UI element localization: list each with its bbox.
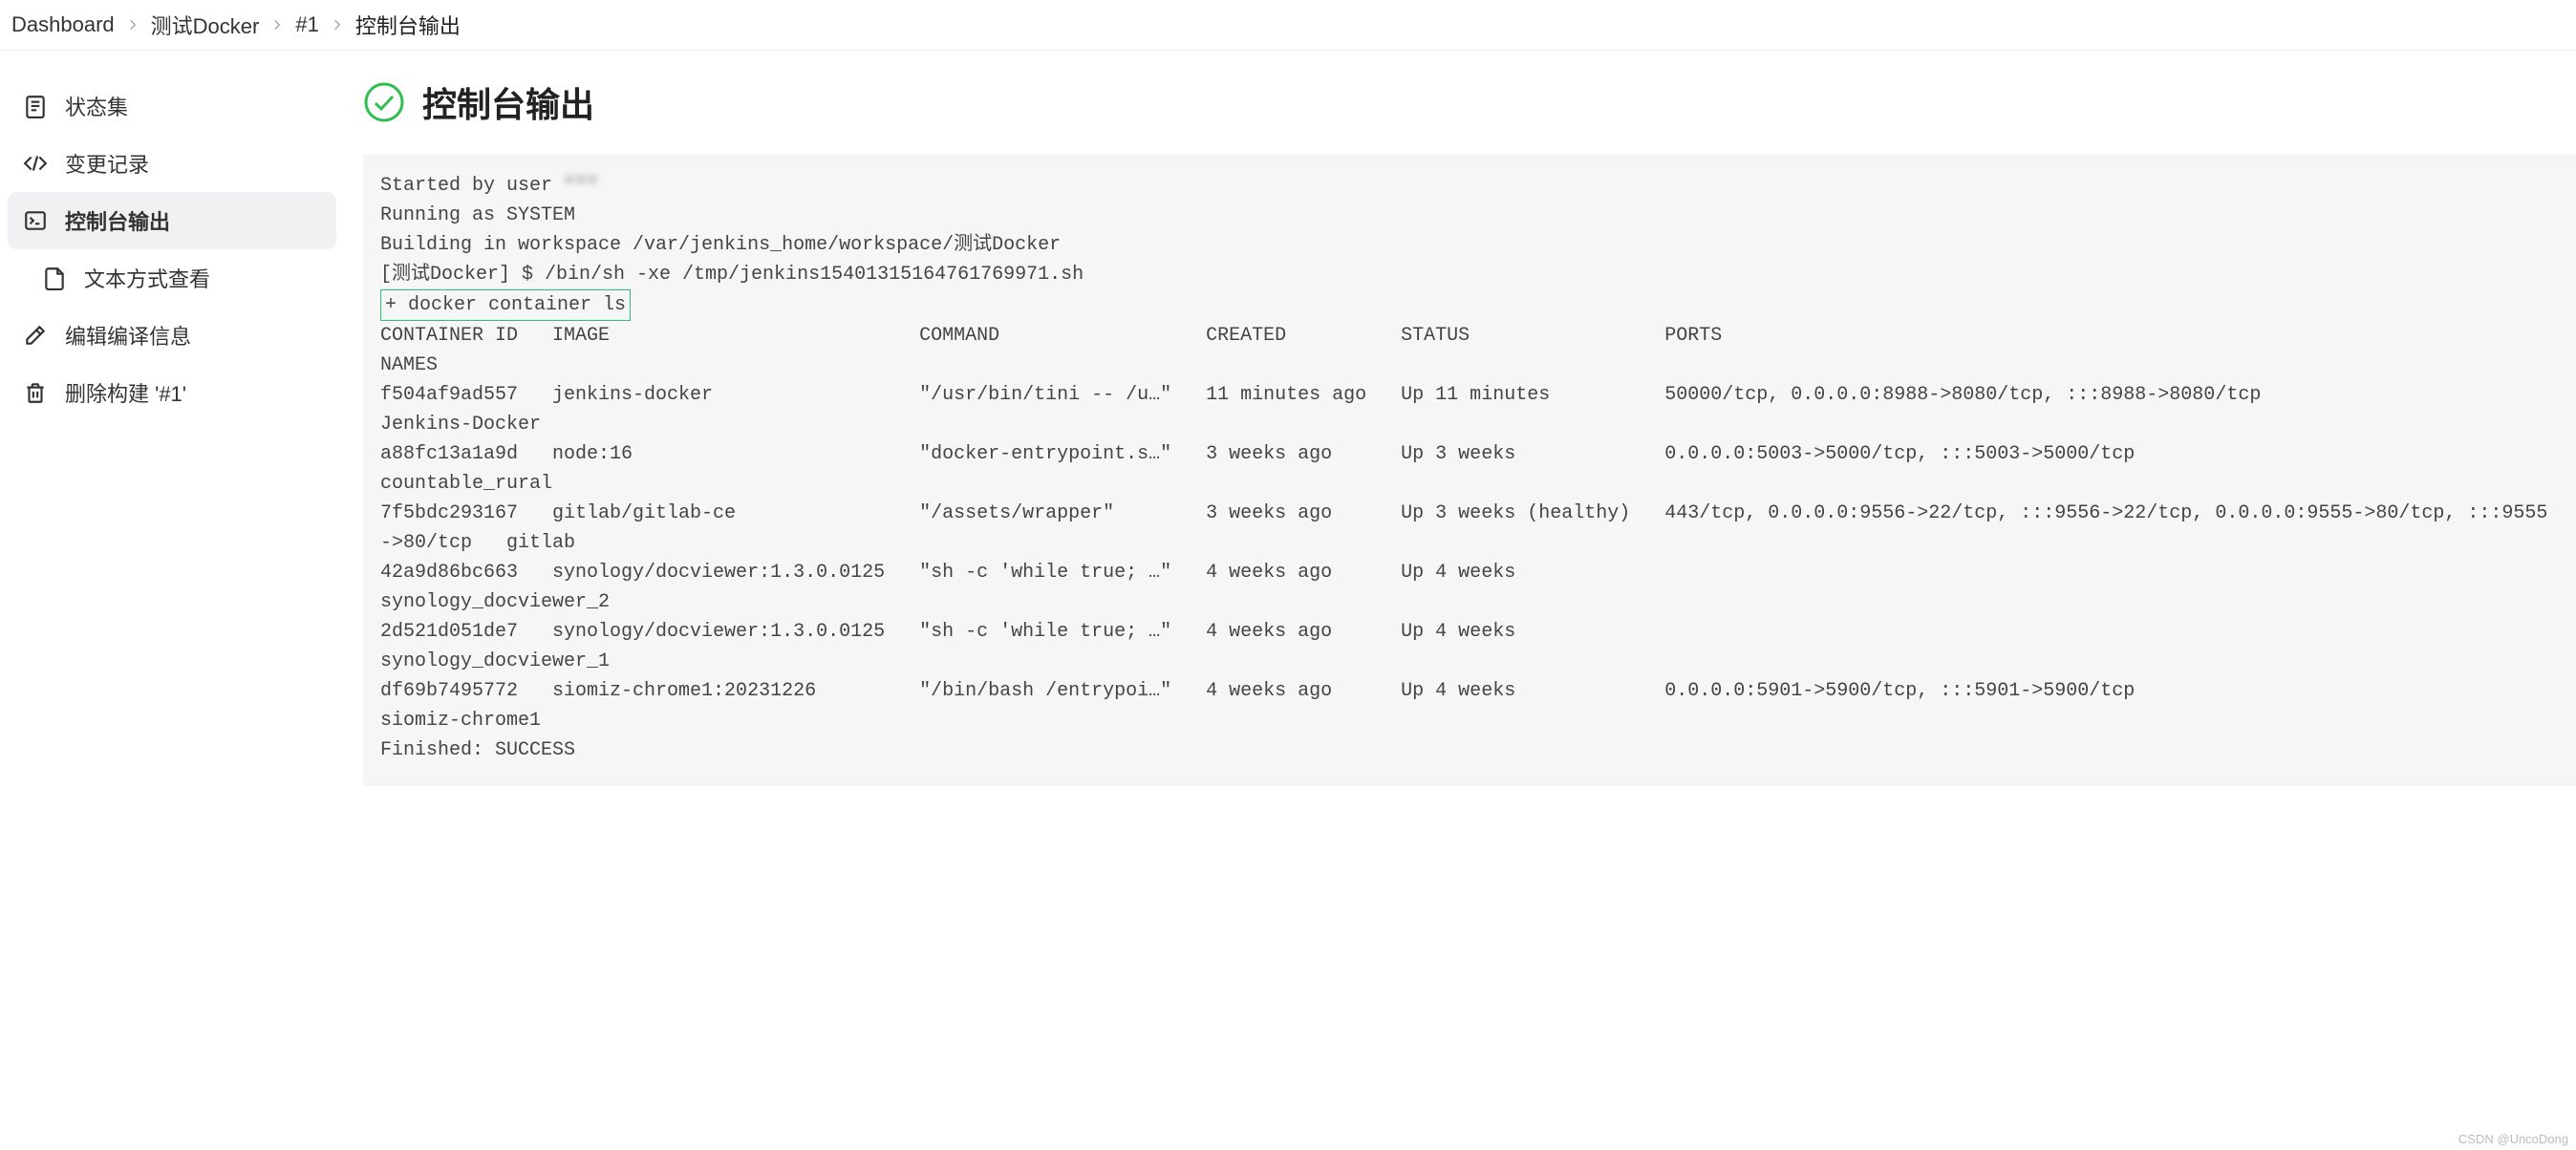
console-line-started: Started by user *** [380, 175, 598, 197]
console-table-row: 7f5bdc293167 gitlab/gitlab-ce "/assets/w… [380, 502, 2547, 554]
started-user-blurred: *** [564, 171, 598, 201]
sidebar-item-status[interactable]: 状态集 [8, 77, 336, 135]
console-line-finished: Finished: SUCCESS [380, 739, 575, 761]
console-line: Running as SYSTEM [380, 204, 575, 226]
code-icon [23, 151, 48, 176]
watermark: CSDN @UncoDong [2458, 1132, 2568, 1146]
sidebar-item-label: 编辑编译信息 [65, 320, 191, 351]
chevron-right-icon [126, 18, 140, 32]
edit-icon [23, 323, 48, 348]
console-line: Building in workspace /var/jenkins_home/… [380, 234, 1061, 256]
sidebar-item-edit-info[interactable]: 编辑编译信息 [8, 307, 336, 364]
sidebar-item-changes[interactable]: 变更记录 [8, 135, 336, 192]
chevron-right-icon [270, 18, 284, 32]
terminal-icon [23, 208, 48, 233]
console-table-row: 42a9d86bc663 synology/docviewer:1.3.0.01… [380, 562, 2576, 613]
document-icon [23, 94, 48, 118]
breadcrumb-link-dashboard[interactable]: Dashboard [11, 12, 115, 37]
sidebar-item-plaintext[interactable]: 文本方式查看 [8, 249, 336, 307]
page-header: 控制台输出 [363, 77, 2576, 127]
sidebar-item-label: 文本方式查看 [84, 263, 210, 293]
sidebar-item-console[interactable]: 控制台输出 [8, 192, 336, 249]
page-title: 控制台输出 [422, 77, 594, 127]
console-table-row: a88fc13a1a9d node:16 "docker-entrypoint.… [380, 443, 2576, 495]
console-table-row: 2d521d051de7 synology/docviewer:1.3.0.01… [380, 621, 2576, 672]
console-output: Started by user *** Running as SYSTEM Bu… [363, 154, 2576, 786]
sidebar: 状态集变更记录控制台输出文本方式查看编辑编译信息删除构建 '#1' [0, 51, 344, 1147]
console-line: [测试Docker] $ /bin/sh -xe /tmp/jenkins154… [380, 264, 1084, 286]
breadcrumb: Dashboard 测试Docker #1 控制台输出 [0, 0, 2576, 51]
success-check-icon [363, 81, 405, 123]
trash-icon [23, 380, 48, 405]
console-table-header: CONTAINER ID IMAGE COMMAND CREATED STATU… [380, 325, 2576, 376]
breadcrumb-current: 控制台输出 [355, 10, 461, 40]
breadcrumb-link-project[interactable]: 测试Docker [151, 10, 260, 40]
sidebar-item-label: 控制台输出 [65, 205, 170, 236]
sidebar-item-label: 状态集 [65, 91, 128, 121]
sidebar-item-delete[interactable]: 删除构建 '#1' [8, 364, 336, 421]
console-highlighted-cmd: + docker container ls [380, 289, 631, 321]
sidebar-item-label: 删除构建 '#1' [65, 377, 186, 408]
main-content: 控制台输出 Started by user *** Running as SYS… [344, 51, 2576, 1147]
chevron-right-icon [331, 18, 344, 32]
breadcrumb-link-build[interactable]: #1 [295, 12, 318, 37]
file-icon [42, 266, 67, 290]
console-table-row: f504af9ad557 jenkins-docker "/usr/bin/ti… [380, 384, 2576, 436]
sidebar-item-label: 变更记录 [65, 148, 149, 179]
console-table-row: df69b7495772 siomiz-chrome1:20231226 "/b… [380, 680, 2576, 732]
